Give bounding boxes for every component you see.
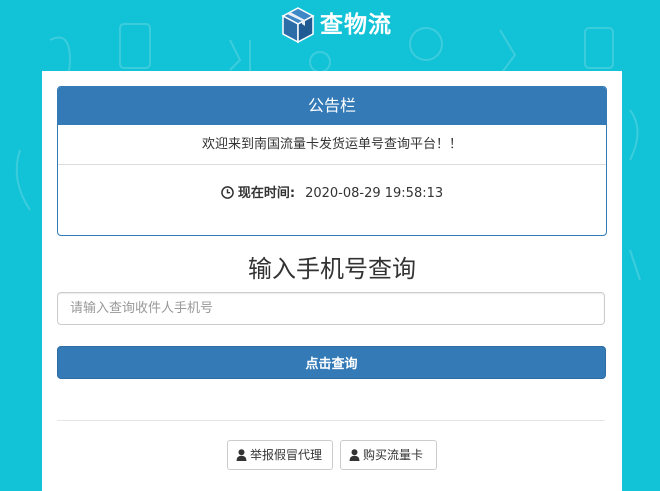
notice-title: 公告栏	[58, 87, 606, 125]
current-time-value: 2020-08-29 19:58:13	[305, 186, 444, 201]
package-box-icon	[281, 7, 315, 44]
clock-icon	[221, 167, 234, 225]
current-time-label: 现在时间:	[237, 186, 296, 201]
user-icon	[349, 443, 360, 471]
notice-message: 欢迎来到南国流量卡发货运单号查询平台！！	[58, 125, 606, 165]
phone-search-input[interactable]	[57, 292, 605, 325]
buy-data-card-button[interactable]: 购买流量卡	[340, 440, 437, 470]
top-bar: 查物流	[0, 0, 660, 58]
user-icon	[236, 443, 247, 471]
main-card: 公告栏 欢迎来到南国流量卡发货运单号查询平台！！ 现在时间: 2020-08-29…	[42, 71, 622, 491]
report-fake-agent-label: 举报假冒代理	[250, 448, 323, 462]
brand-title: 查物流	[320, 12, 392, 38]
divider	[57, 420, 605, 421]
buy-data-card-label: 购买流量卡	[363, 448, 424, 462]
notice-panel: 公告栏 欢迎来到南国流量卡发货运单号查询平台！！ 现在时间: 2020-08-29…	[57, 86, 607, 236]
report-fake-agent-button[interactable]: 举报假冒代理	[227, 440, 333, 470]
current-time-row: 现在时间: 2020-08-29 19:58:13	[58, 165, 606, 223]
query-title: 输入手机号查询	[248, 255, 416, 283]
query-button[interactable]: 点击查询	[57, 346, 606, 379]
